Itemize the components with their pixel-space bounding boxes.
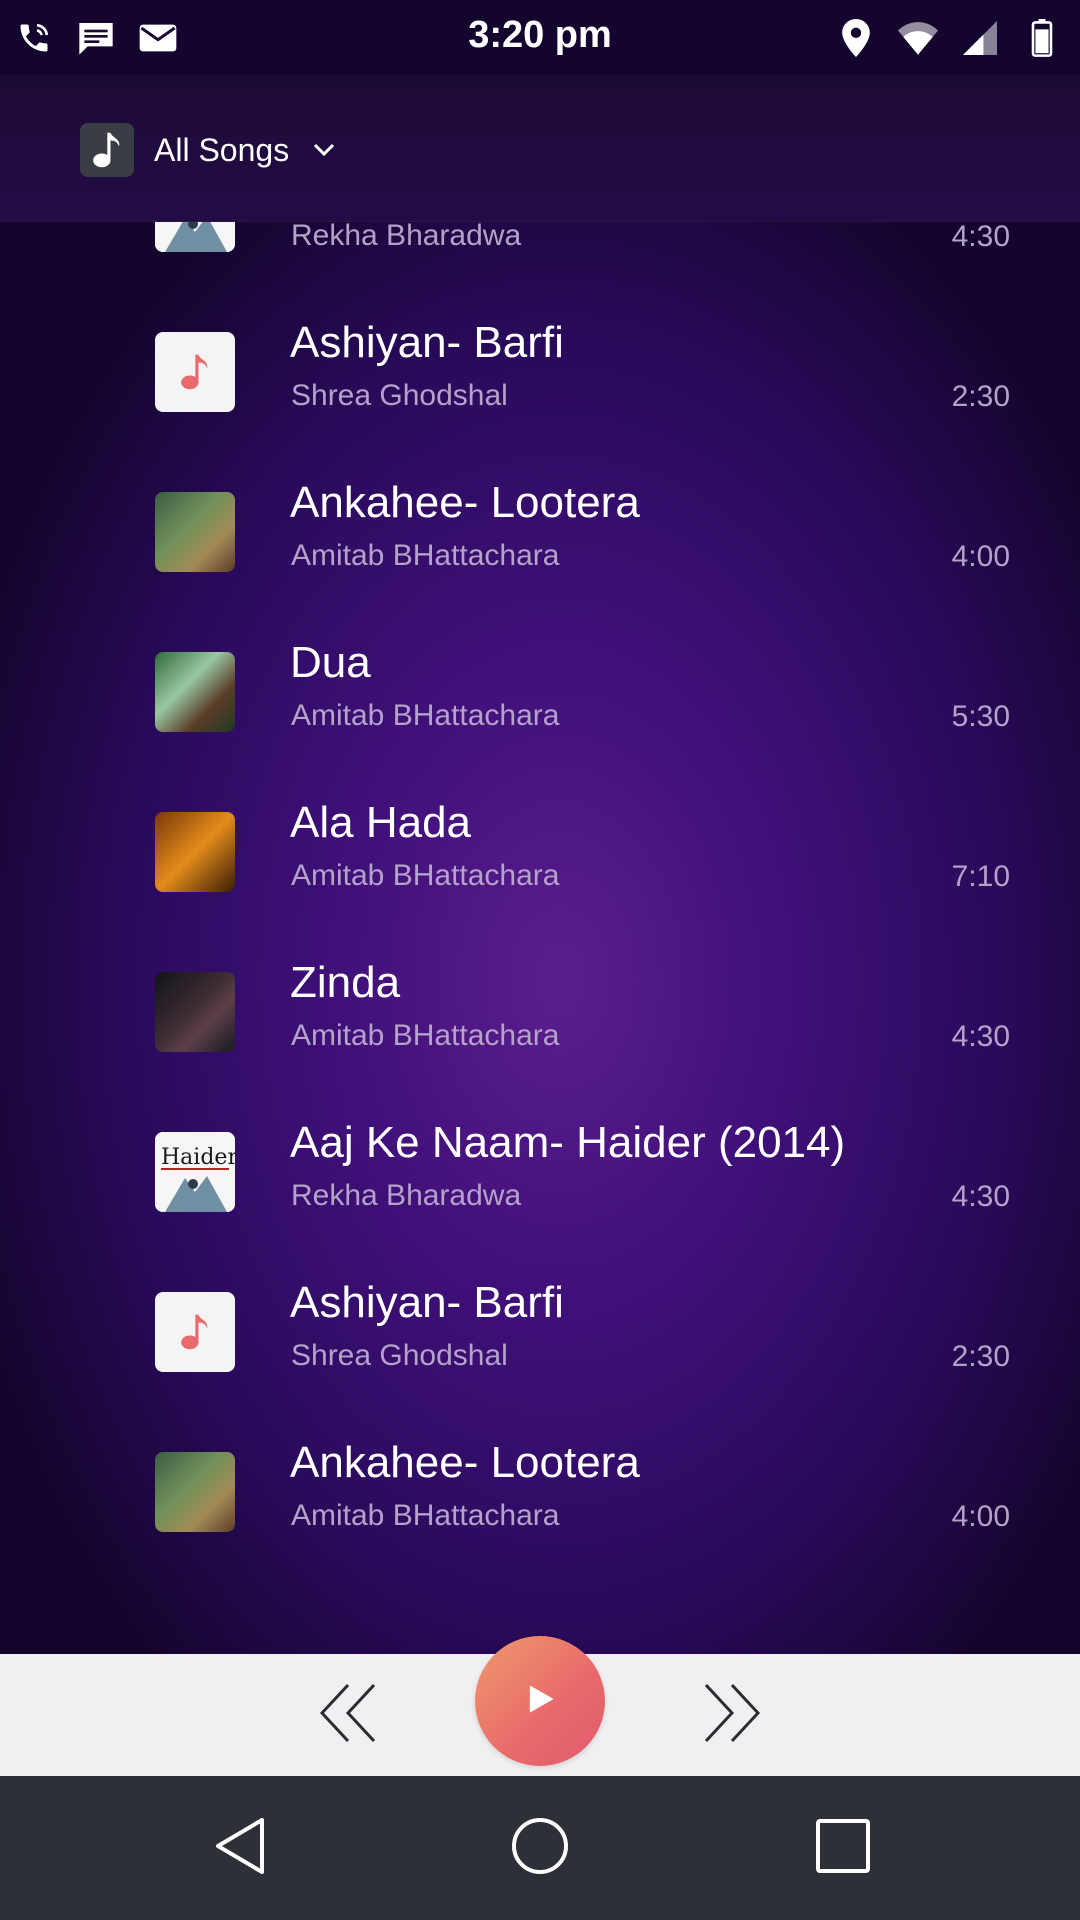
recents-button[interactable] <box>783 1776 903 1920</box>
song-row[interactable]: Ashiyan- Barfi Shrea Ghodshal 2:30 <box>0 1252 1080 1412</box>
song-row[interactable]: Ashiyan- Barfi Shrea Ghodshal 2:30 <box>0 292 1080 452</box>
song-row[interactable]: Ankahee- Lootera Amitab BHattachara 4:00 <box>0 1412 1080 1572</box>
song-title: Ashiyan- Barfi <box>290 1278 564 1327</box>
song-artist: Rekha Bharadwa <box>291 1179 522 1212</box>
song-artist: Shrea Ghodshal <box>291 379 508 412</box>
song-title: Dua <box>290 638 371 687</box>
svg-text:Haider: Haider <box>161 1145 235 1170</box>
music-note-icon <box>181 354 208 390</box>
song-row[interactable]: Ankahee- Lootera Amitab BHattachara 4:00 <box>0 452 1080 612</box>
song-title: Zinda <box>290 958 401 1007</box>
music-app-screen: 3:20 pm All Songs Rekha Bharadwa 4:30 As… <box>0 0 1080 1920</box>
fast-forward-icon <box>698 1681 762 1750</box>
song-title: Ashiyan- Barfi <box>290 318 564 367</box>
home-button[interactable] <box>480 1776 600 1920</box>
song-row[interactable]: Haider Aaj Ke Naam- Haider (2014) Rekha Bh… <box>0 1092 1080 1252</box>
recents-icon <box>815 1818 871 1879</box>
location-icon <box>836 18 876 58</box>
song-artist: Amitab BHattachara <box>291 1499 560 1532</box>
back-button[interactable] <box>180 1776 300 1920</box>
song-artist: Rekha Bharadwa <box>291 222 522 252</box>
song-row[interactable]: Ala Hada Amitab BHattachara 7:10 <box>0 772 1080 932</box>
rewind-button[interactable] <box>310 1654 390 1776</box>
song-artist: Shrea Ghodshal <box>291 1339 508 1372</box>
music-note-icon <box>181 1314 208 1350</box>
song-list[interactable]: Haider Aaj Ke Naam- Haider (2014) Rekha Bh… <box>0 222 1080 1654</box>
wifi-icon <box>898 18 938 58</box>
library-selector[interactable]: All Songs <box>80 123 337 177</box>
back-icon <box>212 1814 268 1883</box>
status-bar: 3:20 pm <box>0 0 1080 75</box>
rewind-icon <box>318 1681 382 1750</box>
song-title: Aaj Ke Naam- Haider (2014) <box>290 1118 846 1167</box>
song-duration: 4:30 <box>951 222 1010 253</box>
app-header: All Songs <box>0 75 1080 222</box>
song-duration: 2:30 <box>951 380 1010 413</box>
song-title: Ankahee- Lootera <box>290 1438 640 1487</box>
play-button[interactable] <box>475 1636 605 1766</box>
album-art-thumbnail <box>155 972 235 1052</box>
album-art-thumbnail: Haider <box>155 222 235 252</box>
battery-icon <box>1022 18 1062 58</box>
chevron-down-icon <box>313 138 337 162</box>
album-art-thumbnail <box>155 1452 235 1532</box>
song-duration: 4:30 <box>951 1180 1010 1213</box>
phone-call-icon <box>14 18 54 58</box>
music-note-icon <box>80 123 134 177</box>
system-nav-bar <box>0 1776 1080 1920</box>
mail-icon <box>138 18 178 58</box>
song-duration: 7:10 <box>951 860 1010 893</box>
song-artist: Amitab BHattachara <box>291 539 560 572</box>
song-duration: 4:00 <box>951 540 1010 573</box>
song-title: Ankahee- Lootera <box>290 478 640 527</box>
fast-forward-button[interactable] <box>690 1654 770 1776</box>
song-row[interactable]: HaiderAaj Ke Naam- Haider (2014)Rekha Bh… <box>0 222 1080 292</box>
song-artist: Amitab BHattachara <box>291 1019 560 1052</box>
album-art-thumbnail <box>155 332 235 412</box>
album-art-thumbnail <box>155 652 235 732</box>
signal-icon <box>960 18 1000 58</box>
library-label: All Songs <box>154 131 290 168</box>
song-duration: 4:00 <box>951 1500 1010 1533</box>
song-title: Ala Hada <box>290 798 472 847</box>
song-duration: 2:30 <box>951 1340 1010 1373</box>
song-artist: Amitab BHattachara <box>291 699 560 732</box>
status-left <box>14 18 178 58</box>
song-list-inner: Haider Aaj Ke Naam- Haider (2014) Rekha Bh… <box>0 222 1080 1572</box>
status-right <box>836 18 1062 58</box>
song-artist: Amitab BHattachara <box>291 859 560 892</box>
album-art-thumbnail <box>155 1292 235 1372</box>
album-art-thumbnail: Haider <box>155 1132 235 1212</box>
play-icon <box>523 1682 557 1721</box>
message-icon <box>76 18 116 58</box>
album-art-thumbnail <box>155 812 235 892</box>
song-row[interactable]: Dua Amitab BHattachara 5:30 <box>0 612 1080 772</box>
song-duration: 5:30 <box>951 700 1010 733</box>
song-duration: 4:30 <box>951 1020 1010 1053</box>
song-row[interactable]: Zinda Amitab BHattachara 4:30 <box>0 932 1080 1092</box>
album-art-thumbnail <box>155 492 235 572</box>
home-icon <box>510 1816 570 1881</box>
